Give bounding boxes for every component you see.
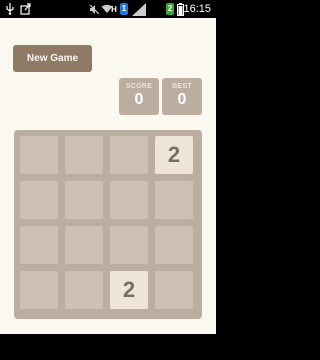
grid-cell bbox=[110, 136, 148, 174]
clock: 16:15 bbox=[183, 3, 211, 15]
grid-cell bbox=[65, 271, 103, 309]
upload-icon bbox=[19, 0, 31, 18]
best-label: BEST bbox=[172, 83, 192, 90]
new-game-button[interactable]: New Game bbox=[13, 45, 92, 72]
grid-cell bbox=[110, 181, 148, 219]
tile-2: 2 bbox=[110, 271, 148, 309]
tile-2: 2 bbox=[155, 136, 193, 174]
grid-cell bbox=[110, 226, 148, 264]
grid-cell bbox=[20, 181, 58, 219]
grid-cell bbox=[20, 136, 58, 174]
grid-cell bbox=[155, 271, 193, 309]
score-value: 0 bbox=[134, 91, 144, 108]
game-screen: New Game SCORE 0 BEST 0 22 bbox=[0, 18, 216, 334]
status-bar: H 1 2 16:15 bbox=[0, 0, 216, 18]
grid-cell bbox=[65, 181, 103, 219]
usb-icon bbox=[4, 0, 16, 18]
navigation-bar bbox=[0, 334, 216, 360]
game-board[interactable]: 22 bbox=[14, 130, 202, 319]
score-label: SCORE bbox=[125, 83, 153, 90]
sim-1-badge: 1 bbox=[120, 3, 128, 15]
signal-icon bbox=[131, 0, 147, 18]
grid-cell bbox=[20, 226, 58, 264]
mute-icon bbox=[88, 0, 100, 18]
grid-cell bbox=[155, 181, 193, 219]
best-value: 0 bbox=[177, 91, 187, 108]
grid-cell bbox=[65, 226, 103, 264]
sim-2-badge: 2 bbox=[166, 3, 174, 15]
grid-cell bbox=[20, 271, 58, 309]
grid-cell bbox=[65, 136, 103, 174]
network-type-icon: H bbox=[111, 4, 117, 14]
best-box: BEST 0 bbox=[162, 78, 202, 115]
score-box: SCORE 0 bbox=[119, 78, 159, 115]
grid-cell bbox=[155, 226, 193, 264]
